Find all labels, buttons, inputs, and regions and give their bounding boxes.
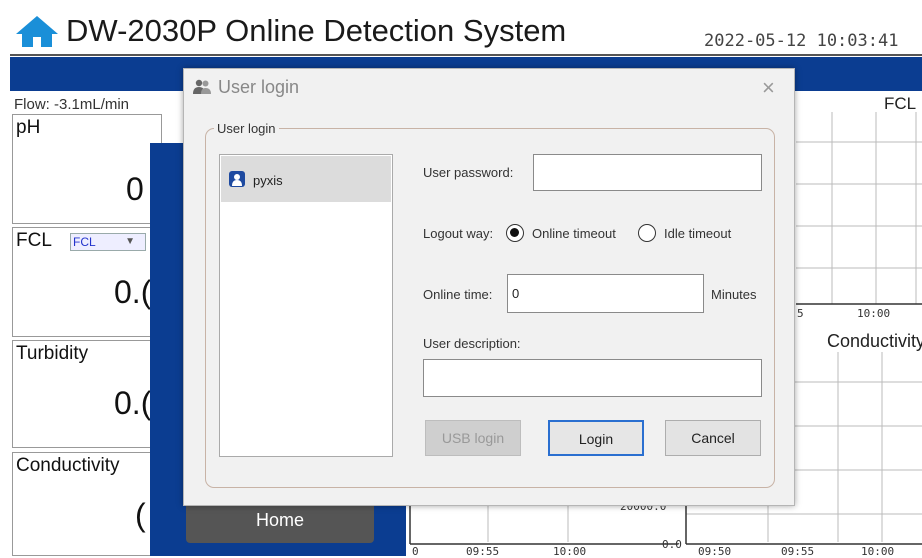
home-icon[interactable] (14, 14, 60, 48)
fcl-chart-title: FCL (884, 94, 917, 113)
minutes-label: Minutes (711, 287, 757, 302)
bottom-right-tick-0: 09:50 (698, 545, 732, 558)
dialog-title: User login (218, 77, 300, 97)
user-avatar-icon (229, 171, 245, 187)
top-tick-0: 5 (797, 307, 804, 320)
bottom-right-tick-1: 09:55 (781, 545, 815, 558)
app-header: DW-2030P Online Detection System 2022-05… (0, 0, 922, 56)
bottom-right-tick-2: 10:00 (861, 545, 895, 558)
conductivity-value: ( (135, 497, 146, 533)
flow-readout: Flow: -3.1mL/min (14, 96, 130, 113)
cancel-button[interactable]: Cancel (665, 420, 761, 456)
header-divider (10, 54, 922, 56)
login-dialog: User login × User login pyxis User passw… (183, 68, 795, 506)
users-icon (193, 79, 211, 94)
bottom-left-tick-1: 09:55 (466, 545, 500, 558)
fcl-chart-grid (796, 112, 922, 312)
bottom-left-tick-2: 10:00 (553, 545, 587, 558)
usb-login-button[interactable]: USB login (425, 420, 521, 456)
chevron-down-icon: ▼ (125, 236, 135, 247)
turbidity-panel: Turbidity 0.( (12, 340, 162, 448)
ph-value: 0 (126, 171, 144, 207)
online-time-input[interactable] (507, 274, 704, 313)
close-icon[interactable]: × (762, 75, 775, 101)
online-timeout-label: Online timeout (532, 226, 616, 241)
ph-title: pH (16, 117, 41, 138)
datetime: 2022-05-12 10:03:41 (704, 31, 899, 51)
user-list[interactable]: pyxis (219, 154, 393, 457)
fcl-title: FCL (16, 230, 52, 251)
radio-online-timeout[interactable] (506, 224, 524, 242)
logout-label: Logout way: (423, 226, 494, 241)
conductivity-chart-title: Conductivity (827, 331, 922, 351)
online-time-label: Online time: (423, 287, 493, 302)
radio-idle-timeout[interactable] (638, 224, 656, 242)
fcl-select[interactable]: FCL ▼ (70, 233, 146, 251)
app-title: DW-2030P Online Detection System (66, 13, 567, 48)
top-tick-1: 10:00 (857, 307, 891, 320)
description-label: User description: (423, 336, 521, 351)
fcl-select-value: FCL (73, 235, 96, 249)
idle-timeout-label: Idle timeout (664, 226, 732, 241)
conductivity-panel: Conductivity ( (12, 452, 162, 556)
login-button[interactable]: Login (548, 420, 644, 456)
conductivity-title: Conductivity (16, 455, 120, 476)
group-label: User login (214, 121, 279, 136)
fcl-value: 0.( (114, 274, 152, 310)
y-min-label: 0.0 (662, 538, 682, 551)
ph-panel: pH 0 (12, 114, 162, 224)
list-item[interactable]: pyxis (221, 156, 391, 202)
turbidity-value: 0.( (114, 385, 152, 421)
password-label: User password: (423, 165, 514, 180)
turbidity-title: Turbidity (16, 343, 89, 364)
bottom-left-tick-0: 0 (412, 545, 419, 558)
fcl-panel: FCL FCL ▼ 0.( (12, 227, 162, 337)
user-name: pyxis (253, 173, 283, 188)
description-input[interactable] (423, 359, 762, 397)
password-input[interactable] (533, 154, 762, 191)
